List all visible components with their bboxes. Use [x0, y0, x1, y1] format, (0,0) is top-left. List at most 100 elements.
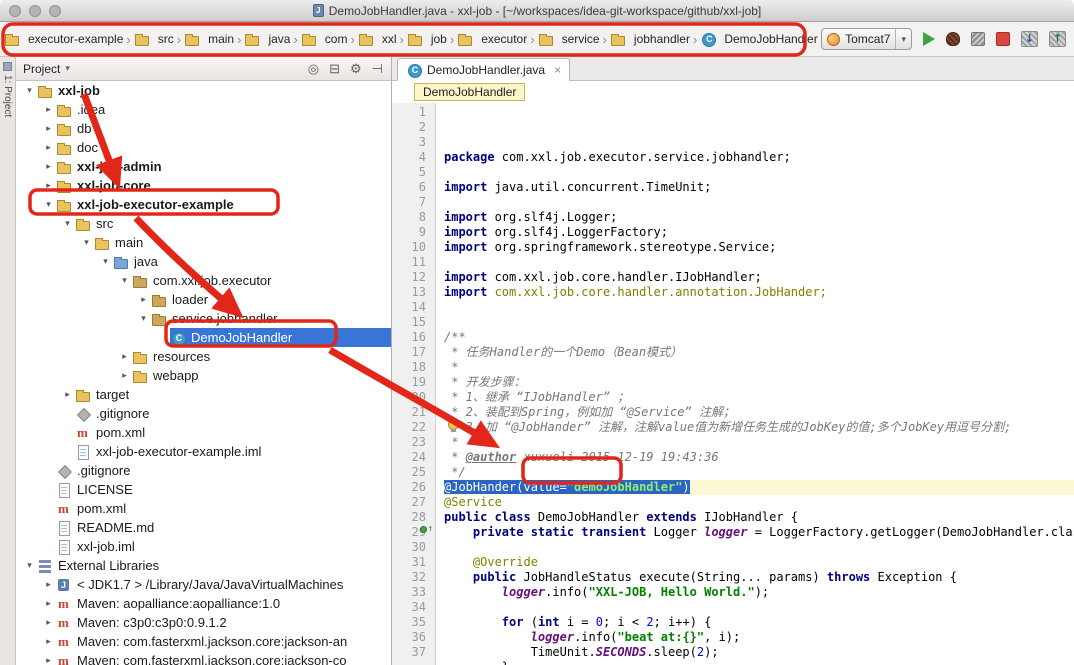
settings-gear-icon[interactable]: ⚙ [350, 61, 362, 77]
editor-breadcrumb[interactable]: DemoJobHandler [414, 83, 525, 101]
tree-item-demojobhandler[interactable]: DemoJobHandler [16, 328, 391, 347]
tree-item-loader[interactable]: ▸loader [16, 290, 391, 309]
tree-label-wrap[interactable]: src [75, 214, 391, 233]
tree-toggle-icon[interactable]: ▸ [136, 294, 151, 305]
tree-label-wrap[interactable]: db [56, 119, 391, 138]
override-method-icon[interactable]: ↑ [420, 525, 433, 534]
tree-toggle-icon[interactable]: ▸ [41, 161, 56, 172]
tree-item-maven-com-fasterxml-jackson-core-jackson-co[interactable]: ▸Maven: com.fasterxml.jackson.core:jacks… [16, 651, 391, 665]
tree-toggle-icon[interactable]: ▸ [41, 180, 56, 191]
tree-label-wrap[interactable]: com.xxl.job.executor [132, 271, 391, 290]
tree-toggle-icon[interactable]: ▾ [60, 218, 75, 229]
tree-toggle-icon[interactable]: ▸ [117, 370, 132, 381]
tree-item-gitignore[interactable]: .gitignore [16, 404, 391, 423]
tree-item-service-jobhandler[interactable]: ▾service.jobhandler [16, 309, 391, 328]
tree-toggle-icon[interactable]: ▸ [41, 598, 56, 609]
tree-item-xxl-job-core[interactable]: ▸xxl-job-core [16, 176, 391, 195]
tree-toggle-icon[interactable]: ▾ [98, 256, 113, 267]
tree-label-wrap[interactable]: Maven: aopalliance:aopalliance:1.0 [56, 594, 391, 613]
breadcrumb-item-executor-example[interactable]: executor-example [3, 29, 124, 49]
breadcrumb-item-com[interactable]: com [300, 29, 349, 49]
tree-item-maven-com-fasterxml-jackson-core-jackson-an[interactable]: ▸Maven: com.fasterxml.jackson.core:jacks… [16, 632, 391, 651]
tree-toggle-icon[interactable]: ▸ [41, 636, 56, 647]
tree-label-wrap[interactable]: .gitignore [75, 404, 391, 423]
tree-label-wrap[interactable]: External Libraries [37, 556, 391, 575]
tree-label-wrap[interactable]: xxl-job.iml [56, 537, 391, 556]
intention-bulb-icon[interactable] [448, 419, 459, 430]
tree-item-xxl-job-iml[interactable]: xxl-job.iml [16, 537, 391, 556]
chevron-down-icon[interactable]: ▾ [65, 63, 70, 74]
tree-item-xxl-job-executor-example[interactable]: ▾xxl-job-executor-example [16, 195, 391, 214]
tree-item-com-xxl-job-executor[interactable]: ▾com.xxl.job.executor [16, 271, 391, 290]
tree-toggle-icon[interactable]: ▾ [22, 85, 37, 96]
tree-label-wrap[interactable]: .idea [56, 100, 391, 119]
project-tool-tab[interactable]: 1: Project [0, 57, 15, 117]
panel-title[interactable]: Project [23, 62, 60, 76]
tree-toggle-icon[interactable]: ▾ [117, 275, 132, 286]
breadcrumb-item-src[interactable]: src [133, 29, 175, 49]
tree-item-maven-aopalliance-aopalliance-1-0[interactable]: ▸Maven: aopalliance:aopalliance:1.0 [16, 594, 391, 613]
tree-toggle-icon[interactable]: ▸ [41, 123, 56, 134]
tree-label-wrap[interactable]: java [113, 252, 391, 271]
tree-label-wrap[interactable]: Maven: c3p0:c3p0:0.9.1.2 [56, 613, 391, 632]
coverage-icon[interactable] [971, 32, 985, 46]
tree-label-wrap[interactable]: < JDK1.7 > /Library/Java/JavaVirtualMach… [56, 575, 391, 594]
tree-toggle-icon[interactable]: ▸ [41, 579, 56, 590]
tree-item-gitignore[interactable]: .gitignore [16, 461, 391, 480]
tree-toggle-icon[interactable]: ▾ [79, 237, 94, 248]
breadcrumb-item-demojobhandler[interactable]: DemoJobHandler [699, 29, 818, 49]
tree-label-wrap[interactable]: target [75, 385, 391, 404]
tree-label-wrap[interactable]: xxl-job-executor-example.iml [75, 442, 391, 461]
tree-label-wrap[interactable]: loader [151, 290, 391, 309]
tree-selection[interactable]: DemoJobHandler [170, 328, 391, 347]
breadcrumb-item-executor[interactable]: executor [456, 29, 528, 49]
run-icon[interactable] [923, 32, 935, 46]
vcs-update-icon[interactable] [1021, 31, 1038, 47]
tree-item-xxl-job-executor-example-iml[interactable]: xxl-job-executor-example.iml [16, 442, 391, 461]
tree-item-doc[interactable]: ▸doc [16, 138, 391, 157]
collapse-all-icon[interactable]: ⊟ [329, 61, 340, 77]
tree-item-java[interactable]: ▾java [16, 252, 391, 271]
tree-label-wrap[interactable]: pom.xml [56, 499, 391, 518]
tree-item-webapp[interactable]: ▸webapp [16, 366, 391, 385]
tree-item-readme-md[interactable]: README.md [16, 518, 391, 537]
breadcrumb-item-jobhandler[interactable]: jobhandler [609, 29, 691, 49]
tree-toggle-icon[interactable]: ▾ [136, 313, 151, 324]
tree-toggle-icon[interactable]: ▸ [41, 142, 56, 153]
tree-item-xxl-job-admin[interactable]: ▸xxl-job-admin [16, 157, 391, 176]
tree-label-wrap[interactable]: Maven: com.fasterxml.jackson.core:jackso… [56, 632, 391, 651]
tree-label-wrap[interactable]: Maven: com.fasterxml.jackson.core:jackso… [56, 651, 391, 665]
tree-item-src[interactable]: ▾src [16, 214, 391, 233]
hide-panel-icon[interactable]: ⊣ [372, 61, 383, 77]
tree-item-pom-xml[interactable]: pom.xml [16, 423, 391, 442]
tree-item-main[interactable]: ▾main [16, 233, 391, 252]
tree-item-jdk1-7-library-java-javavirtualmachines[interactable]: ▸< JDK1.7 > /Library/Java/JavaVirtualMac… [16, 575, 391, 594]
breadcrumb-item-xxl[interactable]: xxl [357, 29, 398, 49]
tree-label-wrap[interactable]: xxl-job [37, 81, 391, 100]
locate-icon[interactable]: ◎ [308, 61, 319, 77]
tree-item-external-libraries[interactable]: ▾External Libraries [16, 556, 391, 575]
tree-item-db[interactable]: ▸db [16, 119, 391, 138]
breadcrumb-item-job[interactable]: job [406, 29, 448, 49]
run-config-selector[interactable]: Tomcat7 ▾ [821, 28, 912, 50]
tree-toggle-icon[interactable]: ▸ [41, 655, 56, 665]
close-button[interactable] [9, 5, 21, 17]
close-tab-icon[interactable]: × [554, 63, 561, 77]
tree-label-wrap[interactable]: pom.xml [75, 423, 391, 442]
tree-item-resources[interactable]: ▸resources [16, 347, 391, 366]
stop-icon[interactable] [996, 32, 1010, 46]
tree-label-wrap[interactable]: .gitignore [56, 461, 391, 480]
tree-label-wrap[interactable]: xxl-job-executor-example [56, 195, 391, 214]
tree-toggle-icon[interactable]: ▸ [41, 617, 56, 628]
breadcrumb-item-main[interactable]: main [183, 29, 235, 49]
minimize-button[interactable] [29, 5, 41, 17]
breadcrumb-item-service[interactable]: service [537, 29, 601, 49]
tree-label-wrap[interactable]: LICENSE [56, 480, 391, 499]
tree-label-wrap[interactable]: service.jobhandler [151, 309, 391, 328]
tree-label-wrap[interactable]: main [94, 233, 391, 252]
tree-label-wrap[interactable]: resources [132, 347, 391, 366]
zoom-button[interactable] [49, 5, 61, 17]
tree-item-pom-xml[interactable]: pom.xml [16, 499, 391, 518]
tree-toggle-icon[interactable]: ▸ [117, 351, 132, 362]
debug-icon[interactable] [946, 32, 960, 46]
